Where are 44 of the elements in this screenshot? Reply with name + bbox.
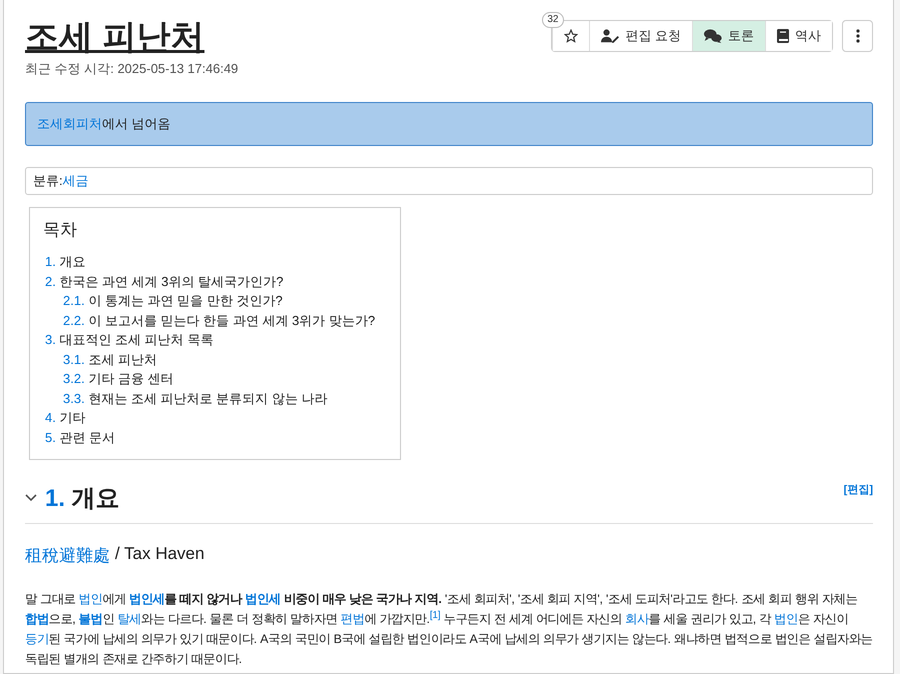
toc-link[interactable]: 3. 대표적인 조세 피난처 목록: [45, 330, 386, 350]
footnote-link[interactable]: [1]: [430, 610, 440, 621]
inline-link[interactable]: 회사: [624, 612, 649, 626]
discussion-button[interactable]: 토론: [692, 21, 765, 51]
toc-title: 목차: [43, 219, 78, 241]
inline-link[interactable]: 등기: [25, 632, 49, 646]
category-label: 분류:: [33, 173, 63, 188]
more-button[interactable]: [842, 20, 873, 52]
toc-link[interactable]: 3.1. 조세 피난처: [63, 350, 386, 369]
toc-link[interactable]: 5. 관련 문서: [45, 428, 386, 447]
inline-link[interactable]: 법인세: [129, 592, 165, 606]
last-modified-text: 최근 수정 시각: 2025-05-13 17:46:49: [25, 60, 238, 78]
book-icon: [777, 29, 789, 43]
inline-link[interactable]: 불법: [78, 612, 102, 626]
person-pen-icon: [601, 29, 620, 43]
inline-link[interactable]: 탈세: [117, 612, 141, 626]
inline-link[interactable]: 편법: [340, 612, 364, 626]
inline-link[interactable]: 법인세: [245, 592, 280, 606]
toc-link[interactable]: 3.3. 현재는 조세 피난처로 분류되지 않는 나라: [63, 388, 386, 408]
inline-link[interactable]: 합법: [25, 612, 49, 626]
toc-link[interactable]: 2.1. 이 통계는 과연 믿을 만한 것인가?: [63, 291, 386, 310]
subtitle-text: / Tax Haven: [115, 544, 204, 565]
redirect-link[interactable]: 조세회피처: [37, 116, 102, 131]
inline-link[interactable]: 법인: [774, 612, 798, 626]
history-button[interactable]: 역사: [765, 21, 832, 51]
more-vertical-icon: [856, 29, 860, 43]
toc-link[interactable]: 2. 한국은 과연 세계 3위의 탈세국가인가?: [45, 272, 386, 291]
hanja-link[interactable]: 租稅避難處: [25, 544, 110, 567]
chat-bubbles-icon: [704, 29, 722, 43]
category-link[interactable]: 세금: [62, 173, 89, 188]
collapse-button[interactable]: [25, 494, 37, 502]
star-icon: [564, 29, 578, 43]
toc-link[interactable]: 4. 기타: [45, 408, 386, 428]
body-paragraph: 말 그대로 법인에게 법인세를 떼지 않거나 법인세 비중이 매우 낮은 국가나 지역. '조세 회피처', '조세 회피 지역', '조세 도피처'라고도 한다. 조세 회피 행위 자체는 합법으로, 불법 인 탈세와는 다르다. 물론 더 정확히 말하자면 편법에 가깝지만.$^{[1]}$ 누구든지 전 세계 어디에든 자신의 회사를 세울 권리가 있고, 각 법인은 자신이 등기된 국가에 납세의 의무가 있기 때문이다. A국의 국민이 B국에 설립한 법인이라도 A국에 납세의 의무가 생기지는 않는다. 왜냐하면 법적으로 법인은 설립자와는 독립된 별개의 존재로 간주하기 때문이다.: [25, 591, 873, 668]
edit-link[interactable]: [편집]: [844, 482, 873, 497]
toc-link[interactable]: 1. 개요: [45, 252, 386, 272]
star-count-badge: 32: [542, 12, 564, 28]
toc-link[interactable]: 2.2. 이 보고서를 믿는다 한들 과연 세계 3위가 맞는가?: [63, 310, 386, 330]
chevron-icon: [25, 494, 37, 502]
redirect-text: 에서 넘어옴: [102, 116, 171, 131]
inline-link[interactable]: 법인: [78, 592, 102, 606]
section-heading: 1. 개요: [45, 484, 120, 514]
page-title: 조세 피난처: [25, 17, 206, 58]
toc-link[interactable]: 3.2. 기타 금융 센터: [63, 369, 386, 388]
